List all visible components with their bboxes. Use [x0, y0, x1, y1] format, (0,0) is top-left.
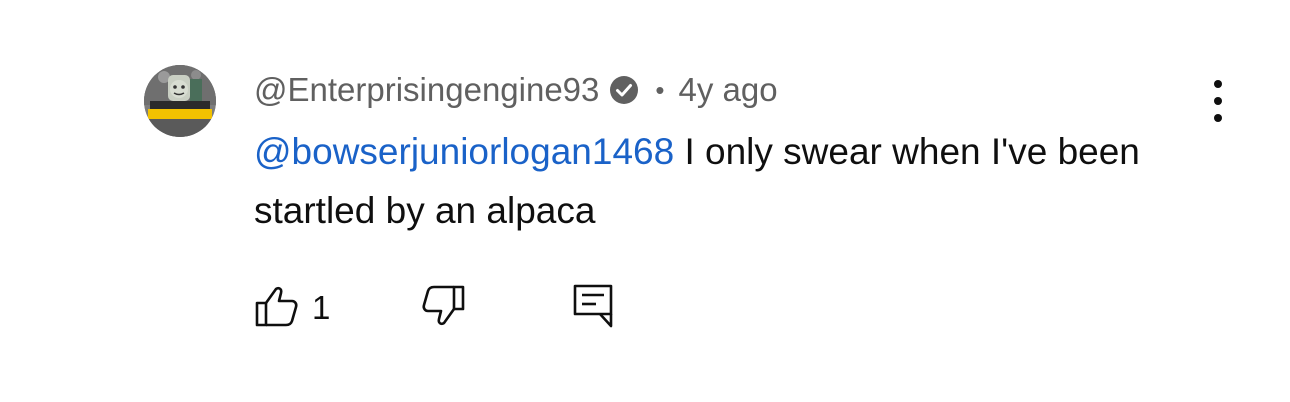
- menu-dot: [1214, 114, 1222, 122]
- thumb-down-icon: [420, 283, 466, 334]
- mention-link[interactable]: @bowserjuniorlogan1468: [254, 131, 674, 172]
- train-avatar-image: [144, 65, 216, 137]
- more-vert-icon[interactable]: [1201, 80, 1235, 122]
- reply-button[interactable]: [570, 284, 616, 332]
- like-button[interactable]: 1: [254, 284, 330, 332]
- comment-body: @bowserjuniorlogan1468 I only swear when…: [254, 122, 1214, 240]
- timestamp[interactable]: 4y ago: [679, 71, 778, 109]
- menu-dot: [1214, 80, 1222, 88]
- check-circle-icon: [609, 75, 639, 105]
- comment-reply-icon: [570, 282, 616, 335]
- author-name[interactable]: @Enterprisingengine93: [254, 71, 599, 109]
- comment-thread-item: @Enterprisingengine93 • 4y ago @bowserju…: [0, 0, 1290, 402]
- avatar[interactable]: [144, 65, 216, 137]
- comment-header: @Enterprisingengine93 • 4y ago: [254, 70, 778, 110]
- thumb-up-icon: [254, 283, 300, 334]
- meta-separator: •: [655, 74, 665, 105]
- menu-dot: [1214, 97, 1222, 105]
- dislike-button[interactable]: [420, 284, 466, 332]
- like-count: 1: [312, 289, 331, 326]
